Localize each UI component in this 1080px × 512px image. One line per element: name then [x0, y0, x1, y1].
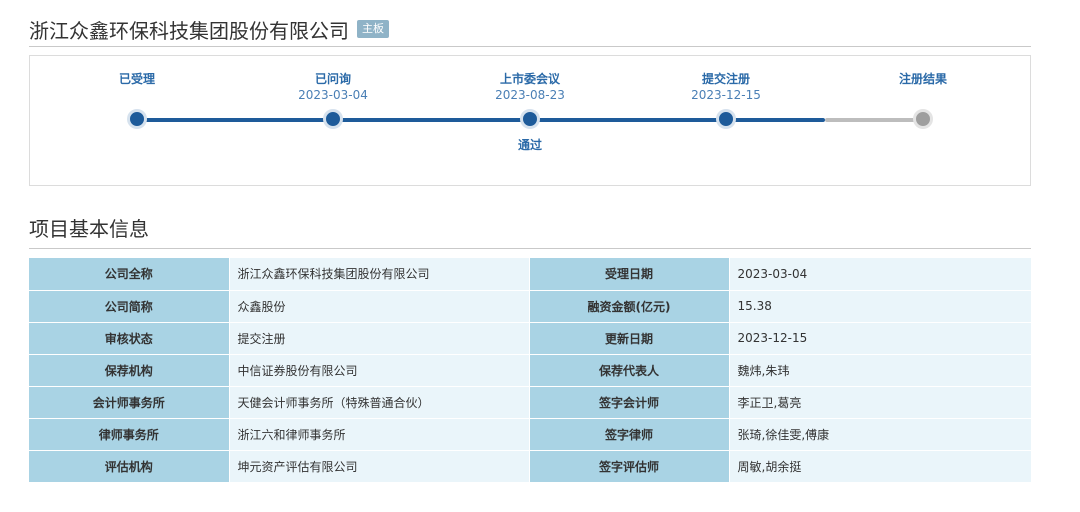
table-row: 评估机构 坤元资产评估有限公司 签字评估师 周敏,胡余挺 [29, 450, 1032, 483]
progress-panel: 已受理 已问询 2023-03-04 上市委会议 2023-08-23 通过 提… [29, 55, 1031, 186]
field-label: 会计师事务所 [29, 386, 230, 419]
step-result: 通过 [517, 138, 542, 152]
field-value: 浙江六和律师事务所 [229, 418, 530, 451]
field-label: 评估机构 [29, 450, 230, 483]
step-label: 上市委会议 [499, 72, 560, 86]
step-submit-registration: 提交注册 2023-12-15 [646, 56, 806, 185]
step-inquired: 已问询 2023-03-04 [253, 56, 413, 185]
page-header: 浙江众鑫环保科技集团股份有限公司 主板 [29, 12, 1031, 47]
field-value: 李正卫,葛亮 [729, 386, 1032, 419]
field-label: 签字会计师 [529, 386, 730, 419]
field-value: 周敏,胡余挺 [729, 450, 1032, 483]
step-label: 已问询 [314, 72, 351, 86]
table-row: 会计师事务所 天健会计师事务所（特殊普通合伙） 签字会计师 李正卫,葛亮 [29, 386, 1032, 419]
field-value: 15.38 [729, 290, 1032, 323]
field-value: 坤元资产评估有限公司 [229, 450, 530, 483]
step-dot-icon [716, 109, 736, 129]
field-value: 2023-12-15 [729, 322, 1032, 355]
field-label: 签字评估师 [529, 450, 730, 483]
step-dot-icon [127, 109, 147, 129]
step-dot-icon [520, 109, 540, 129]
field-value: 浙江众鑫环保科技集团股份有限公司 [229, 258, 530, 291]
field-label: 保荐代表人 [529, 354, 730, 387]
table-row: 审核状态 提交注册 更新日期 2023-12-15 [29, 322, 1032, 355]
field-value: 众鑫股份 [229, 290, 530, 323]
field-label: 更新日期 [529, 322, 730, 355]
step-date: 2023-08-23 [495, 88, 565, 102]
field-value: 提交注册 [229, 322, 530, 355]
step-accepted: 已受理 [57, 56, 217, 185]
table-row: 保荐机构 中信证券股份有限公司 保荐代表人 魏炜,朱玮 [29, 354, 1032, 387]
field-value: 中信证券股份有限公司 [229, 354, 530, 387]
step-date: 2023-12-15 [691, 88, 761, 102]
field-label: 保荐机构 [29, 354, 230, 387]
step-dot-icon [913, 109, 933, 129]
table-row: 公司简称 众鑫股份 融资金额(亿元) 15.38 [29, 290, 1032, 323]
step-label: 已受理 [118, 72, 155, 86]
step-listing-committee: 上市委会议 2023-08-23 通过 [450, 56, 610, 185]
field-label: 受理日期 [529, 258, 730, 291]
info-table: 公司全称 浙江众鑫环保科技集团股份有限公司 受理日期 2023-03-04 公司… [29, 258, 1032, 483]
field-label: 公司全称 [29, 258, 230, 291]
field-label: 律师事务所 [29, 418, 230, 451]
field-value: 魏炜,朱玮 [729, 354, 1032, 387]
step-dot-icon [323, 109, 343, 129]
field-value: 天健会计师事务所（特殊普通合伙） [229, 386, 530, 419]
field-label: 公司简称 [29, 290, 230, 323]
field-label: 签字律师 [529, 418, 730, 451]
board-badge: 主板 [357, 20, 389, 38]
step-date: 2023-03-04 [298, 88, 368, 102]
field-value: 2023-03-04 [729, 258, 1032, 291]
table-row: 律师事务所 浙江六和律师事务所 签字律师 张琦,徐佳雯,傅康 [29, 418, 1032, 451]
table-row: 公司全称 浙江众鑫环保科技集团股份有限公司 受理日期 2023-03-04 [29, 258, 1032, 291]
field-label: 融资金额(亿元) [529, 290, 730, 323]
field-label: 审核状态 [29, 322, 230, 355]
step-label: 注册结果 [898, 72, 947, 86]
section-title: 项目基本信息 [29, 214, 1031, 249]
step-registration-result: 注册结果 [843, 56, 1003, 185]
company-title: 浙江众鑫环保科技集团股份有限公司 [29, 18, 349, 43]
step-label: 提交注册 [701, 72, 750, 86]
field-value: 张琦,徐佳雯,傅康 [729, 418, 1032, 451]
